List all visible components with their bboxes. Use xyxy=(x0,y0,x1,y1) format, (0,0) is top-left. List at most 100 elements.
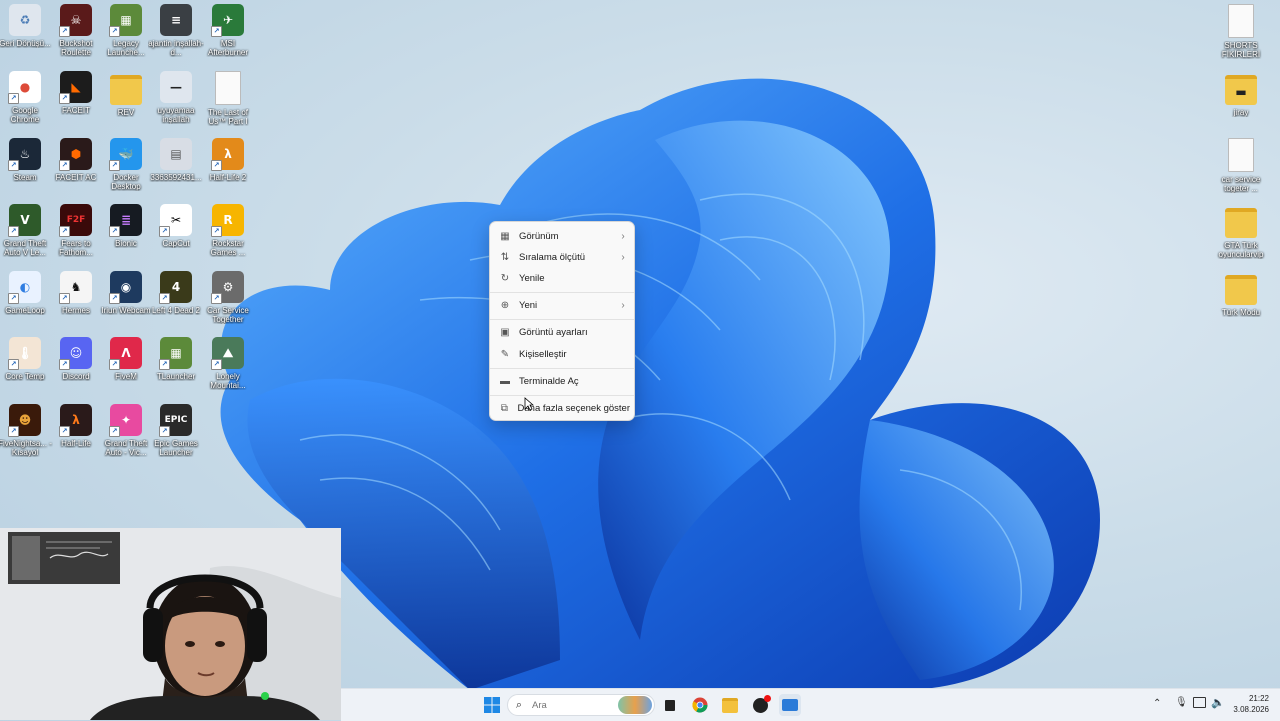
menu-item-label: Sıralama ölçütü xyxy=(519,251,586,263)
folder-icon xyxy=(1225,208,1257,238)
microphone-icon[interactable]: 🎙 xyxy=(1175,697,1188,708)
desktop-icon[interactable]: ☻ ↗ FiveNightsa... - Kısayol xyxy=(0,404,52,470)
start-button[interactable] xyxy=(481,694,503,716)
desktop-context-menu: ▦ Görünüm › ⇅ Sıralama ölçütü › ↻ Yenile… xyxy=(489,221,635,421)
desktop-icon-label: FACEIT AC xyxy=(55,173,97,182)
recycle-bin-icon: ♻ xyxy=(9,4,41,36)
desktop-icon-label: Fears to Fathom... xyxy=(59,239,93,257)
desktop-icon[interactable]: ☺ ↗ Discord xyxy=(51,337,101,403)
desktop-icon[interactable]: ☠ ↗ Buckshot Roulette xyxy=(51,4,101,70)
desktop-icon-label: jiray xyxy=(1233,108,1249,117)
menu-item-yenile[interactable]: ↻ Yenile xyxy=(494,267,630,289)
desktop-icon[interactable]: ⛰ ↗ Lonely Mountai... xyxy=(203,337,253,403)
desktop-icon-label: Half-Life xyxy=(61,439,91,448)
shortcut-arrow-icon: ↗ xyxy=(8,293,19,304)
desktop-icon[interactable]: ▦ ↗ TLauncher xyxy=(151,337,201,403)
taskbar-task-view[interactable] xyxy=(659,694,681,716)
desktop-icon[interactable]: 🐳 ↗ Docker Desktop xyxy=(101,138,151,204)
desktop-icon[interactable]: ♞ ↗ Hermes xyxy=(51,271,101,337)
desktop-icon[interactable]: SHORTS FİKİRLERİ xyxy=(1216,4,1266,70)
rockstar-icon: R ↗ xyxy=(211,204,244,237)
folder-icon: ▬ xyxy=(1225,75,1257,105)
shortcut-arrow-icon: ↗ xyxy=(109,293,120,304)
desktop-icon[interactable]: V ↗ Grand Theft Auto V Le... xyxy=(0,204,50,270)
menu-item-yeni[interactable]: ⊕ Yeni › xyxy=(494,294,630,316)
desktop-icon-label: Rockstar Games ... xyxy=(210,239,246,257)
desktop-icon[interactable]: ◣ ↗ FACEIT xyxy=(51,71,101,137)
buckshot-roulette-icon: ☠ ↗ xyxy=(59,4,92,37)
volume-icon[interactable]: 🔈 xyxy=(1211,696,1225,709)
mouse-cursor-icon xyxy=(524,397,534,411)
desktop-icon[interactable]: car service togeter ... xyxy=(1216,138,1266,204)
more-options-icon: ⧉ xyxy=(500,402,508,414)
network-icon[interactable] xyxy=(1193,697,1206,708)
search-input[interactable] xyxy=(530,698,614,712)
desktop-icon[interactable]: F2F ↗ Fears to Fathom... xyxy=(51,204,101,270)
shortcut-arrow-icon: ↗ xyxy=(159,359,170,370)
menu-separator xyxy=(490,292,634,293)
folder-icon xyxy=(722,697,738,713)
desktop-icon[interactable]: R ↗ Rockstar Games ... xyxy=(203,204,253,270)
desktop-icon[interactable]: — uyuyamaa inşallah xyxy=(151,71,201,137)
desktop-icon[interactable]: ⚙ ↗ Car Service Together xyxy=(203,271,253,337)
shortcut-arrow-icon: ↗ xyxy=(109,426,120,437)
half-life-icon: λ ↗ xyxy=(59,404,92,437)
menu-item-terminalde-ac[interactable]: ▬ Terminalde Aç xyxy=(494,370,630,392)
desktop-icon[interactable]: ✂ ↗ CapCut xyxy=(151,204,201,270)
desktop-icon[interactable]: ▤ 3363592431... xyxy=(150,138,202,204)
menu-item-daha-fazla-secenek[interactable]: ⧉ Daha fazla seçenek göster xyxy=(494,397,630,419)
desktop-icon[interactable]: ◉ ↗ Iriun Webcam xyxy=(101,271,151,337)
document-icon xyxy=(1228,138,1254,172)
desktop-icon[interactable]: ⬢ ↗ FACEIT AC xyxy=(51,138,101,204)
taskbar-active-app[interactable] xyxy=(779,694,801,716)
taskbar-search[interactable]: ⌕ xyxy=(507,694,655,716)
taskbar-file-explorer[interactable] xyxy=(719,694,741,716)
desktop-icon[interactable]: GTA Türk oyuncularvip xyxy=(1216,204,1266,270)
clock-time[interactable]: 21:22 xyxy=(1229,694,1269,703)
webcam-overlay xyxy=(0,528,341,720)
taskbar-chrome[interactable] xyxy=(689,694,711,716)
desktop-icon-label: Buckshot Roulette xyxy=(59,39,93,57)
desktop-icon[interactable]: Türk Modu xyxy=(1216,271,1266,337)
desktop-icon[interactable]: REV xyxy=(101,71,151,137)
desktop-icon[interactable]: 4 ↗ Left 4 Dead 2 xyxy=(151,271,201,337)
desktop-icon[interactable]: ▬ jiray xyxy=(1216,71,1266,137)
taskbar-obs[interactable] xyxy=(749,694,771,716)
shortcut-arrow-icon: ↗ xyxy=(159,426,170,437)
menu-item-goruntu-ayarlari[interactable]: ▣ Görüntü ayarları xyxy=(494,321,630,343)
epic-games-icon: EPIC ↗ xyxy=(159,404,192,437)
desktop-icon[interactable]: The Last of Us™ Part I xyxy=(203,71,253,137)
desktop-icon[interactable]: EPIC ↗ Epic Games Launcher xyxy=(151,404,201,470)
desktop-icon[interactable]: ♻ Geri Dönüşü... xyxy=(0,4,51,70)
five-nights-icon: ☻ ↗ xyxy=(8,404,41,437)
desktop-icon[interactable]: ◐ ↗ GameLoop xyxy=(0,271,50,337)
menu-separator xyxy=(490,395,634,396)
desktop-icon[interactable]: λ ↗ Half-Life xyxy=(51,404,101,470)
shortcut-arrow-icon: ↗ xyxy=(59,426,70,437)
tray-chevron-up-icon[interactable]: ⌃ xyxy=(1153,698,1161,709)
shortcut-arrow-icon: ↗ xyxy=(159,293,170,304)
menu-item-label: Terminalde Aç xyxy=(519,375,579,387)
text-file-icon: — xyxy=(160,71,192,103)
desktop-icon[interactable]: ✈ ↗ MSI Afterburner xyxy=(203,4,253,70)
desktop-icon-label: Half-Life 2 xyxy=(209,173,247,182)
desktop-icon[interactable]: Λ ↗ FiveM xyxy=(101,337,151,403)
desktop-icon[interactable]: 🌡 ↗ Core Temp xyxy=(0,337,50,403)
desktop-icon-label: CapCut xyxy=(162,239,190,248)
desktop-icon-label: Core Temp xyxy=(5,372,45,381)
desktop-icon-label: Grand Theft Auto V Le... xyxy=(3,239,47,257)
desktop-icon[interactable]: ≣ ↗ Bionic xyxy=(101,204,151,270)
clock-date[interactable]: 3.08.2026 xyxy=(1229,705,1269,714)
desktop-icon[interactable]: ✦ ↗ Grand Theft Auto - Vic... xyxy=(101,404,151,470)
desktop-icon[interactable]: ≡ ajantin inşallah-d... xyxy=(148,4,204,70)
shortcut-arrow-icon: ↗ xyxy=(109,26,120,37)
desktop-icon[interactable]: ♨ ↗ Steam xyxy=(0,138,50,204)
menu-item-siralama-olcutu[interactable]: ⇅ Sıralama ölçütü › xyxy=(494,246,630,268)
menu-item-gorunum[interactable]: ▦ Görünüm › xyxy=(494,225,630,247)
desktop-icon[interactable]: λ ↗ Half-Life 2 xyxy=(203,138,253,204)
desktop-icon[interactable]: ● ↗ Google Chrome xyxy=(0,71,50,137)
folder-icon xyxy=(1225,275,1257,305)
desktop-icon[interactable]: ▦ ↗ Legacy Launche... xyxy=(101,4,151,70)
menu-item-kisisellestir[interactable]: ✎ Kişiselleştir xyxy=(494,343,630,365)
gta-vice-city-icon: ✦ ↗ xyxy=(109,404,142,437)
